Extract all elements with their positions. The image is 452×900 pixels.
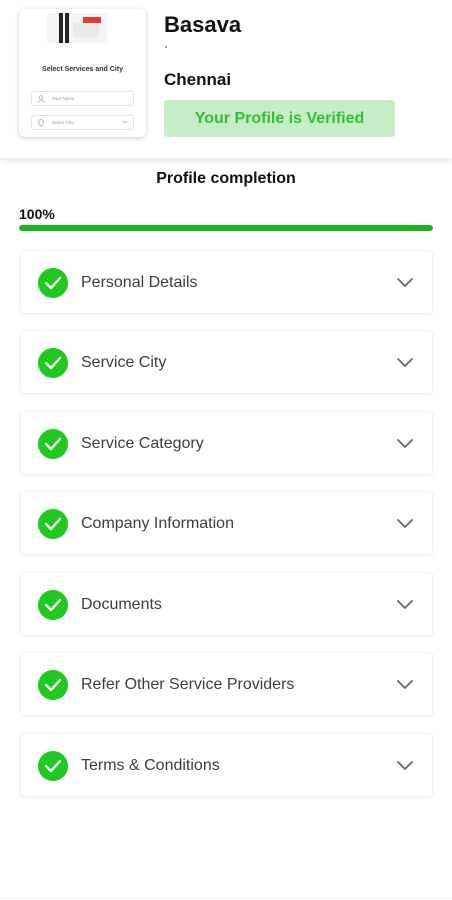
check-circle-icon (38, 429, 68, 459)
section-label: Service Category (81, 435, 204, 452)
chevron-down-icon (122, 120, 128, 124)
section-card[interactable]: Company Information (20, 491, 433, 555)
section-card[interactable]: Personal Details (20, 250, 433, 314)
section-label: Personal Details (81, 274, 198, 291)
verified-badge: Your Profile is Verified (164, 100, 395, 137)
provider-city: Chennai (164, 70, 232, 89)
profile-completion-bar-fill (19, 225, 433, 231)
location-pin-icon (38, 119, 44, 127)
check-circle-icon (38, 268, 68, 298)
thumbnail-city-placeholder: Select City (52, 120, 74, 125)
thumbnail-name-field: Your Name (31, 91, 134, 106)
check-circle-icon (38, 509, 68, 539)
profile-completion-percent: 100% (19, 206, 55, 222)
section-label: Documents (81, 596, 162, 613)
user-icon (37, 95, 45, 103)
check-circle-icon (38, 751, 68, 781)
section-label: Refer Other Service Providers (81, 676, 295, 693)
check-circle-icon (38, 590, 68, 620)
chevron-down-icon[interactable] (396, 598, 414, 610)
thumbnail-city-field: Select City (31, 115, 134, 130)
check-circle-icon (38, 670, 68, 700)
section-card[interactable]: Terms & Conditions (20, 733, 433, 797)
bottom-divider (0, 897, 452, 898)
section-card[interactable]: Service City (20, 330, 433, 394)
profile-completion-bar (19, 225, 433, 231)
thumbnail-title: Select Services and City (42, 66, 123, 73)
profile-header: Select Services and City Your Name Selec… (0, 0, 452, 158)
chevron-down-icon[interactable] (396, 759, 414, 771)
section-label: Terms & Conditions (81, 757, 220, 774)
thumbnail-name-placeholder: Your Name (52, 96, 75, 101)
chevron-down-icon[interactable] (396, 437, 414, 449)
thumbnail-illustration (47, 13, 107, 43)
section-card[interactable]: Service Category (20, 411, 433, 475)
profile-thumbnail[interactable]: Select Services and City Your Name Selec… (19, 9, 146, 137)
section-label: Service City (81, 354, 167, 371)
section-card[interactable]: Documents (20, 572, 433, 636)
profile-completion-title: Profile completion (156, 170, 296, 187)
provider-name: Basava (164, 12, 242, 37)
chevron-down-icon[interactable] (396, 678, 414, 690)
section-card[interactable]: Refer Other Service Providers (20, 652, 433, 716)
check-circle-icon (38, 348, 68, 378)
section-label: Company Information (81, 515, 234, 532)
provider-subtext: . (165, 46, 167, 48)
chevron-down-icon[interactable] (396, 276, 414, 288)
chevron-down-icon[interactable] (396, 517, 414, 529)
chevron-down-icon[interactable] (396, 356, 414, 368)
